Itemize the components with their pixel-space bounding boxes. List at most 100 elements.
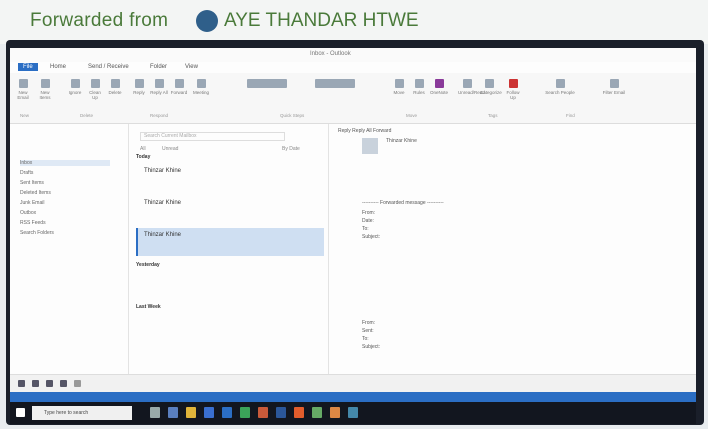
group-move: Move: [406, 113, 418, 118]
categorize-icon: [484, 79, 494, 88]
message-sender: Thinzar Khine: [144, 200, 182, 206]
task-view-icon[interactable]: [150, 407, 160, 418]
search-people-icon: [555, 79, 565, 88]
clean-up-button[interactable]: Clean Up: [86, 79, 104, 100]
delete-icon: [110, 79, 120, 88]
reading-sender: Thinzar Khine: [386, 138, 417, 144]
windows-start-icon[interactable]: [16, 408, 25, 417]
quick-steps-2-icon: [315, 79, 355, 88]
folder-search[interactable]: Search Folders: [20, 230, 54, 236]
search-people-button[interactable]: Search People: [540, 79, 580, 95]
outlook-window: Inbox - Outlook File Home Send / Receive…: [10, 48, 696, 402]
tab-view[interactable]: View: [185, 64, 198, 70]
folder-junk[interactable]: Junk Email: [20, 200, 44, 206]
app-icon[interactable]: [330, 407, 340, 418]
ribbon-tabs: File Home Send / Receive Folder View: [10, 62, 696, 73]
windows-taskbar: Type here to search: [10, 402, 696, 424]
reply-icon: [134, 79, 144, 88]
excel-icon[interactable]: [240, 407, 250, 418]
tab-send-receive[interactable]: Send / Receive: [88, 64, 129, 70]
folder-rss[interactable]: RSS Feeds: [20, 220, 46, 226]
follow-up-button[interactable]: Follow Up: [504, 79, 522, 100]
title-bar: Inbox - Outlook: [10, 48, 696, 62]
people-icon[interactable]: [46, 380, 53, 387]
folder-outbox[interactable]: Outbox: [20, 210, 36, 216]
reading-pane: Reply Reply All Forward Thinzar Khine --…: [332, 124, 696, 374]
outlook-icon[interactable]: [222, 407, 232, 418]
ignore-button[interactable]: Ignore: [66, 79, 84, 95]
onenote-button[interactable]: OneNote: [430, 79, 448, 95]
folder-inbox[interactable]: Inbox: [20, 160, 110, 166]
quick-steps-gallery[interactable]: [242, 79, 292, 90]
fwd2-sent: Sent:: [362, 328, 374, 334]
read-aloud-button[interactable]: Filter Email: [596, 79, 632, 95]
tasks-icon[interactable]: [60, 380, 67, 387]
group-quick-steps: Quick Steps: [280, 113, 305, 118]
ribbon: New Email New Items Ignore Clean Up Dele…: [10, 73, 696, 124]
rules-button[interactable]: Rules: [410, 79, 428, 95]
app-icon[interactable]: [348, 407, 358, 418]
taskbar-search-placeholder: Type here to search: [44, 410, 89, 416]
delete-button[interactable]: Delete: [106, 79, 124, 95]
message-sender: Thinzar Khine: [144, 232, 182, 238]
store-icon[interactable]: [204, 407, 214, 418]
meeting-button[interactable]: Meeting: [192, 79, 210, 95]
forward-caption: Forwarded from AYE THANDAR HTWE: [0, 0, 708, 44]
taskbar-search-input[interactable]: Type here to search: [32, 406, 132, 420]
fwd2-to: To:: [362, 336, 369, 342]
app-icon[interactable]: [312, 407, 322, 418]
group-respond: Respond: [150, 113, 169, 118]
tab-file[interactable]: File: [18, 63, 38, 71]
sort-by-date[interactable]: By Date: [282, 146, 300, 152]
new-email-icon: [18, 79, 28, 88]
read-aloud-icon: [609, 79, 619, 88]
powerpoint-icon[interactable]: [258, 407, 268, 418]
filter-all[interactable]: All: [140, 146, 146, 152]
list-item[interactable]: [136, 272, 324, 300]
list-item-selected[interactable]: Thinzar Khine: [136, 228, 324, 256]
list-item[interactable]: Thinzar Khine: [136, 196, 324, 224]
new-items-button[interactable]: New Items: [36, 79, 54, 100]
group-header-yesterday[interactable]: Yesterday: [136, 262, 160, 268]
unread-read-button[interactable]: Unread/Read: [458, 79, 485, 95]
fwd2-from: From:: [362, 320, 376, 326]
window-title: Inbox - Outlook: [310, 51, 351, 57]
list-item[interactable]: Thinzar Khine: [136, 164, 324, 192]
search-input[interactable]: Search Current Mailbox: [140, 132, 285, 141]
new-email-button[interactable]: New Email: [14, 79, 32, 100]
reply-all-button[interactable]: Reply All: [150, 79, 168, 95]
forward-caption-name: AYE THANDAR HTWE: [224, 10, 419, 31]
chrome-icon[interactable]: [294, 407, 304, 418]
more-icon[interactable]: [74, 380, 81, 387]
folder-pane: Inbox Drafts Sent Items Deleted Items Ju…: [10, 124, 129, 374]
file-explorer-icon[interactable]: [186, 407, 196, 418]
group-header-today[interactable]: Today: [136, 154, 150, 160]
calendar-icon[interactable]: [32, 380, 39, 387]
group-header-last-week[interactable]: Last Week: [136, 304, 161, 310]
filter-unread[interactable]: Unread: [162, 146, 178, 152]
mail-icon[interactable]: [18, 380, 25, 387]
unread-icon: [462, 79, 472, 88]
tab-folder[interactable]: Folder: [150, 64, 167, 70]
tab-home[interactable]: Home: [50, 64, 66, 70]
edge-icon[interactable]: [168, 407, 178, 418]
quick-steps-gallery-2[interactable]: [310, 79, 360, 90]
module-nav-bar: [10, 374, 696, 393]
word-icon[interactable]: [276, 407, 286, 418]
clean-up-icon: [90, 79, 100, 88]
folder-sent[interactable]: Sent Items: [20, 180, 44, 186]
categorize-button[interactable]: Categorize: [480, 79, 502, 95]
forward-caption-prefix: Forwarded from: [30, 10, 169, 31]
forward-button[interactable]: Forward: [170, 79, 188, 95]
list-item[interactable]: [136, 314, 324, 342]
reply-button[interactable]: Reply: [130, 79, 148, 95]
fwd1-subject: Subject:: [362, 234, 381, 240]
fwd1-date: Date:: [362, 218, 374, 224]
folder-drafts[interactable]: Drafts: [20, 170, 33, 176]
folder-deleted[interactable]: Deleted Items: [20, 190, 51, 196]
reply-all-icon: [154, 79, 164, 88]
move-button[interactable]: Move: [390, 79, 408, 95]
message-sender: Thinzar Khine: [144, 168, 182, 174]
list-item[interactable]: [136, 346, 324, 374]
reply-actions[interactable]: Reply Reply All Forward: [338, 128, 391, 134]
